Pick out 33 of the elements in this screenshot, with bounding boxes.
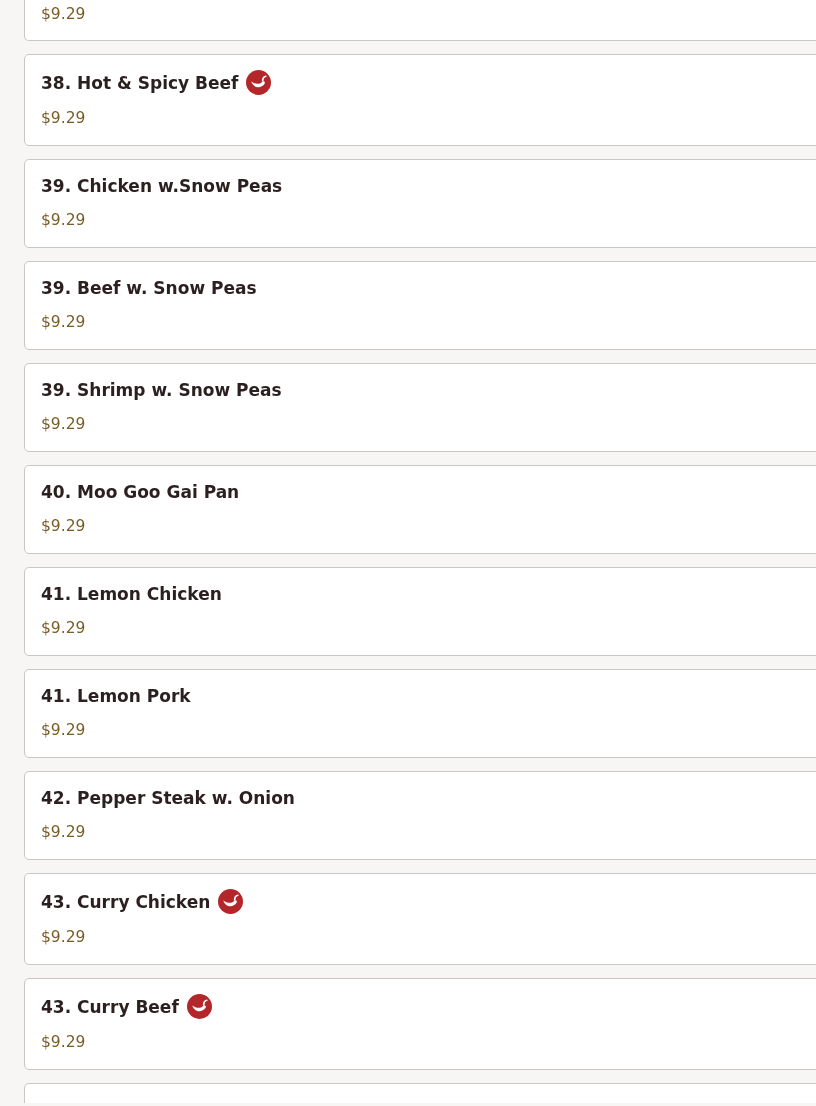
dish-name: 43. Curry Beef: [41, 995, 179, 1019]
dish-name: 40. Moo Goo Gai Pan: [41, 481, 240, 503]
menu-item-card[interactable]: 43. Curry Chicken $9.29: [24, 873, 816, 965]
dish-name: 38. Hot & Spicy Beef: [41, 71, 239, 95]
dish-name: 41. Lemon Chicken: [41, 583, 222, 605]
price: $9.29: [41, 928, 86, 946]
price: $9.29: [41, 5, 86, 23]
price: $9.29: [41, 721, 86, 739]
dish-name: 39. Beef w. Snow Peas: [41, 277, 257, 299]
price: $9.29: [41, 109, 86, 127]
price: $9.29: [41, 823, 86, 841]
menu-item-card[interactable]: 41. Lemon Pork $9.29: [24, 669, 816, 758]
dish-name: 42. Pepper Steak w. Onion: [41, 787, 295, 809]
dish-name: 43. Curry Chicken: [41, 890, 211, 914]
price: $9.29: [41, 517, 86, 535]
dish-name: 39. Shrimp w. Snow Peas: [41, 379, 282, 401]
menu-item-card[interactable]: 40. Moo Goo Gai Pan $9.29: [24, 465, 816, 554]
menu-item-card[interactable]: 43. Curry Beef $9.29: [24, 978, 816, 1070]
menu-item-card[interactable]: 38. Hot & Spicy Beef $9.29: [24, 54, 816, 146]
price: $9.29: [41, 1033, 86, 1051]
menu-item-card[interactable]: 39. Beef w. Snow Peas $9.29: [24, 261, 816, 350]
dish-name: 39. Chicken w.Snow Peas: [41, 175, 283, 197]
menu-item-card[interactable]: 39. Chicken w.Snow Peas $9.29: [24, 159, 816, 248]
menu-item-card[interactable]: 41. Lemon Chicken $9.29: [24, 567, 816, 656]
menu-item-card[interactable]: 42. Pepper Steak w. Onion $9.29: [24, 771, 816, 860]
menu-item-card[interactable]: 39. Shrimp w. Snow Peas $9.29: [24, 363, 816, 452]
price: $9.29: [41, 211, 86, 229]
menu-item-card[interactable]: [24, 1083, 816, 1103]
dish-name: 41. Lemon Pork: [41, 685, 191, 707]
price: $9.29: [41, 619, 86, 637]
menu-item-card[interactable]: $9.29: [24, 0, 816, 41]
price: $9.29: [41, 415, 86, 433]
price: $9.29: [41, 313, 86, 331]
